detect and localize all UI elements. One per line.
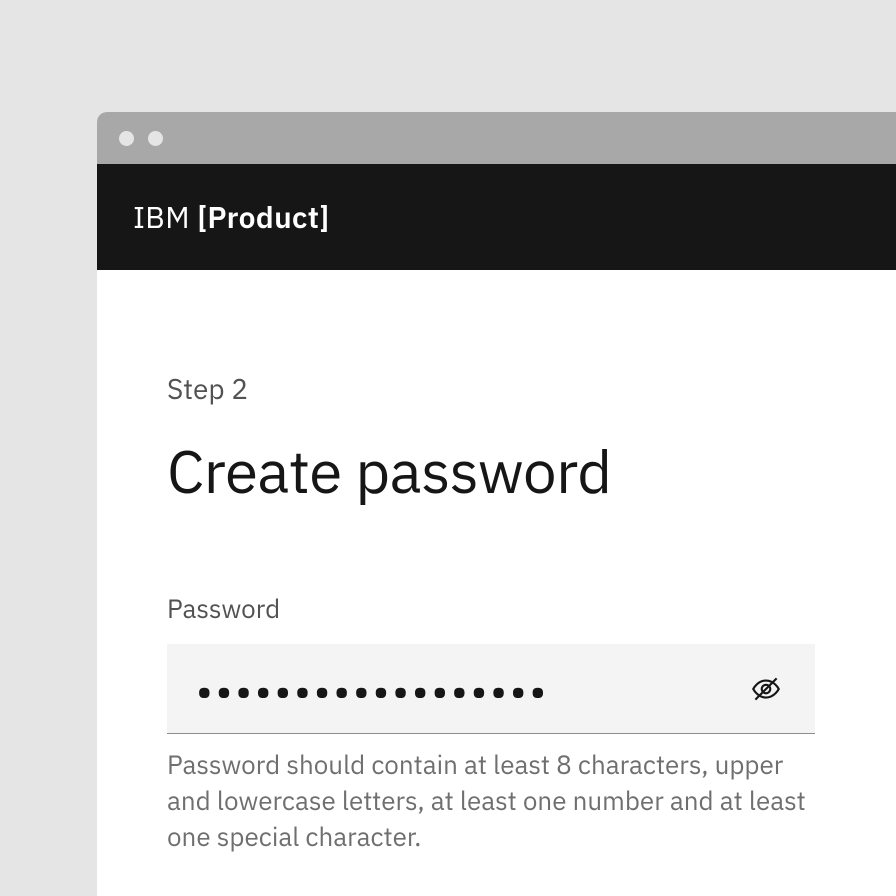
password-input[interactable]: •••••••••••••••••• xyxy=(197,670,550,708)
page-title: Create password xyxy=(167,431,826,510)
traffic-light-minimize[interactable] xyxy=(148,131,163,146)
traffic-light-close[interactable] xyxy=(119,131,134,146)
window-titlebar xyxy=(97,112,896,164)
brand-product: [Product] xyxy=(197,198,329,237)
eye-off-icon xyxy=(749,672,783,706)
step-label: Step 2 xyxy=(167,370,826,407)
app-header: IBM [Product] xyxy=(97,164,896,270)
brand-prefix: IBM xyxy=(133,198,197,237)
main-content: Step 2 Create password Password ••••••••… xyxy=(97,270,896,856)
password-label: Password xyxy=(167,592,826,626)
app-window: IBM [Product] Step 2 Create password Pas… xyxy=(97,112,896,896)
brand-label: IBM [Product] xyxy=(133,198,330,237)
toggle-password-visibility-button[interactable] xyxy=(741,664,791,714)
password-helper-text: Password should contain at least 8 chara… xyxy=(167,748,817,856)
password-input-wrapper[interactable]: •••••••••••••••••• xyxy=(167,644,815,734)
